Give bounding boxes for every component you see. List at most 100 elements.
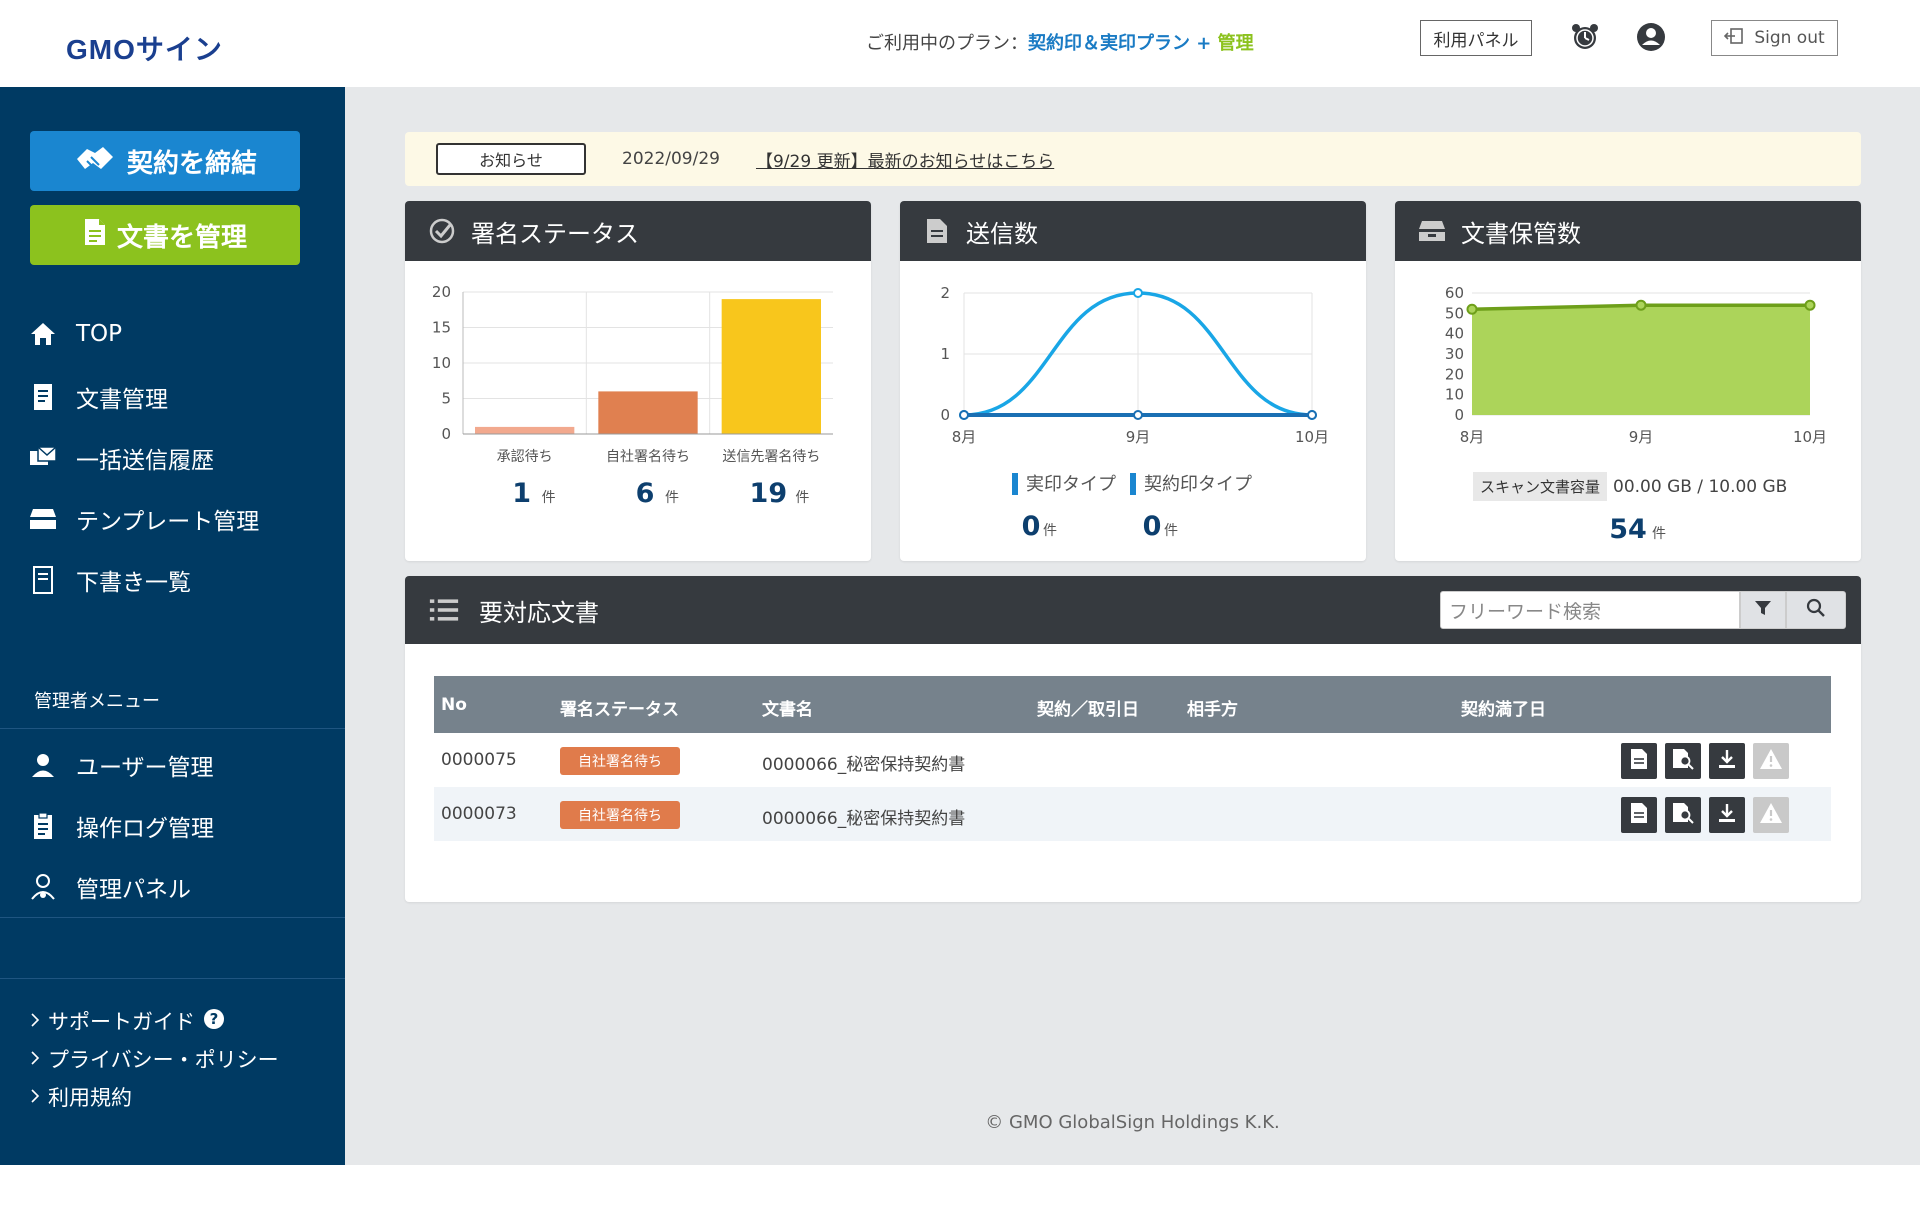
sidebar-item-drafts[interactable]: 下書き一覧: [28, 563, 191, 597]
status-badge: 自社署名待ち: [560, 801, 680, 829]
conclude-contract-button[interactable]: 契約を締結: [30, 131, 300, 191]
sidebar-item-user-management[interactable]: ユーザー管理: [28, 748, 214, 782]
x-tick-label: 承認待ち: [497, 449, 553, 465]
download-icon: [1717, 803, 1737, 828]
sign-out-button[interactable]: Sign out: [1711, 20, 1838, 56]
search-icon: [1806, 598, 1826, 622]
document-icon: [1630, 802, 1648, 829]
usage-panel-button[interactable]: 利用パネル: [1420, 20, 1532, 56]
column-header-expiry-date[interactable]: 契約満了日: [1461, 695, 1546, 720]
handshake-icon: [73, 141, 117, 182]
column-header-contract-date[interactable]: 契約／取引日: [1037, 695, 1139, 720]
card-title: 要対応文書: [479, 598, 599, 627]
filter-button[interactable]: [1740, 591, 1786, 629]
document-icon: [1630, 748, 1648, 775]
y-tick-label: 1: [940, 345, 950, 363]
terms-of-use-link[interactable]: 利用規約: [30, 1082, 132, 1112]
column-header-no[interactable]: No: [441, 695, 467, 715]
sidebar-item-admin-panel[interactable]: 管理パネル: [28, 870, 191, 904]
count-value: 6: [636, 478, 655, 509]
action-required-table: No 署名ステータス 文書名 契約／取引日 相手方 契約満了日 0000075 …: [434, 676, 1831, 841]
bar: [598, 391, 698, 434]
count-unit: 件: [1043, 523, 1057, 539]
sidebar-item-label: 下書き一覧: [76, 570, 191, 596]
column-header-status[interactable]: 署名ステータス: [560, 695, 679, 720]
list-icon: [429, 595, 459, 625]
view-document-button[interactable]: [1621, 743, 1657, 779]
column-header-counterparty[interactable]: 相手方: [1187, 695, 1238, 720]
gmo-sign-logo[interactable]: GMOサイン: [66, 28, 223, 68]
alarm-clock-icon[interactable]: [1570, 22, 1600, 52]
data-point: [1635, 299, 1647, 311]
warning-icon: [1759, 748, 1783, 775]
table-row[interactable]: 0000073 自社署名待ち 0000066_秘密保持契約書: [434, 787, 1831, 841]
count-unit: 件: [795, 490, 809, 506]
manage-documents-button[interactable]: 文書を管理: [30, 205, 300, 265]
preview-document-button[interactable]: [1665, 743, 1701, 779]
chevron-right-icon: [30, 1009, 40, 1033]
privacy-policy-label: プライバシー・ポリシー: [48, 1048, 279, 1072]
document-list-icon: [28, 383, 58, 411]
sign-out-icon: [1724, 27, 1744, 50]
plan-plus: +: [1190, 33, 1218, 54]
sidebar-item-label: TOP: [76, 321, 123, 347]
chevron-right-icon: [30, 1047, 40, 1071]
freeword-search-input[interactable]: フリーワード検索: [1440, 591, 1740, 629]
x-tick-label: 8月: [952, 428, 977, 446]
row-document-name[interactable]: 0000066_秘密保持契約書: [762, 750, 965, 775]
table-row[interactable]: 0000075 自社署名待ち 0000066_秘密保持契約書: [434, 733, 1831, 787]
sidebar-item-bulk-send[interactable]: 一括送信履歴: [28, 441, 214, 475]
y-tick-label: 0: [441, 425, 451, 443]
status-badge: 自社署名待ち: [560, 747, 680, 775]
data-point: [1307, 410, 1317, 420]
sidebar-item-label: 操作ログ管理: [76, 816, 214, 842]
privacy-policy-link[interactable]: プライバシー・ポリシー: [30, 1044, 279, 1074]
sidebar-item-label: テンプレート管理: [76, 509, 260, 535]
legend-swatch: [1012, 473, 1018, 495]
document-search-icon: [1672, 802, 1694, 829]
legend-label: 実印タイプ: [1026, 474, 1116, 495]
support-guide-link[interactable]: サポートガイド ?: [30, 1006, 225, 1036]
signature-status-card: 署名ステータス 0 5 10 15 20 承認待ち 1 件自社署名待ち 6 件送信先署名待ち 19 件: [405, 201, 871, 561]
search-button[interactable]: [1786, 591, 1846, 629]
y-tick-label: 10: [1445, 386, 1464, 404]
warning-button: [1753, 743, 1789, 779]
sidebar-item-operation-log[interactable]: 操作ログ管理: [28, 809, 214, 843]
y-tick-label: 2: [940, 284, 950, 302]
user-account-icon[interactable]: [1636, 22, 1666, 52]
document-storage-chart: 0 10 20 30 40 50 60 8月 9月 10月スキャン文書容量 00.00 GB / 1…: [1445, 284, 1827, 545]
warning-icon: [1759, 802, 1783, 829]
legend-swatch: [1130, 473, 1136, 495]
count-value: 0: [1143, 511, 1162, 542]
sidebar-item-templates[interactable]: テンプレート管理: [28, 502, 259, 536]
signature-status-chart: 05101520承認待ち1 件自社署名待ち6 件送信先署名待ち19 件: [432, 283, 833, 509]
sent-count-card: 送信数 0 1 2 8月 9月 10月 実印タイプ 契約印タイプ 0 件 0 件: [900, 201, 1366, 561]
column-header-document[interactable]: 文書名: [762, 695, 813, 720]
view-document-button[interactable]: [1621, 797, 1657, 833]
warning-button: [1753, 797, 1789, 833]
notice-link[interactable]: 【9/29 更新】最新のお知らせはこちら: [756, 147, 1054, 172]
y-tick-label: 30: [1445, 345, 1464, 363]
area-fill: [1472, 305, 1810, 415]
row-document-name[interactable]: 0000066_秘密保持契約書: [762, 804, 965, 829]
document-storage-card: 文書保管数 0 10 20 30 40 50 60 8月 9月 10月 スキャン文書容量 00.00 …: [1395, 201, 1861, 561]
download-button[interactable]: [1709, 743, 1745, 779]
preview-document-button[interactable]: [1665, 797, 1701, 833]
help-icon: ?: [203, 1008, 225, 1035]
x-tick-label: 10月: [1295, 428, 1329, 446]
check-circle-icon: [427, 216, 457, 246]
download-button[interactable]: [1709, 797, 1745, 833]
sidebar-item-documents[interactable]: 文書管理: [28, 380, 168, 414]
data-point: [959, 410, 969, 420]
x-tick-label: 9月: [1629, 428, 1654, 446]
y-tick-label: 40: [1445, 325, 1464, 343]
y-tick-label: 15: [432, 319, 451, 337]
notice-bar: お知らせ 2022/09/29 【9/29 更新】最新のお知らせはこちら: [405, 132, 1861, 186]
download-icon: [1717, 749, 1737, 774]
sidebar-item-top[interactable]: TOP: [28, 320, 122, 348]
sent-count-chart: 0128月 9月 10月実印タイプ 契約印タイプ0 件 0 件: [940, 284, 1329, 542]
home-icon: [28, 320, 58, 348]
bar: [721, 299, 821, 434]
plan-name: 契約印＆実印プラン: [1028, 33, 1190, 54]
card-header: 送信数: [900, 201, 1366, 261]
